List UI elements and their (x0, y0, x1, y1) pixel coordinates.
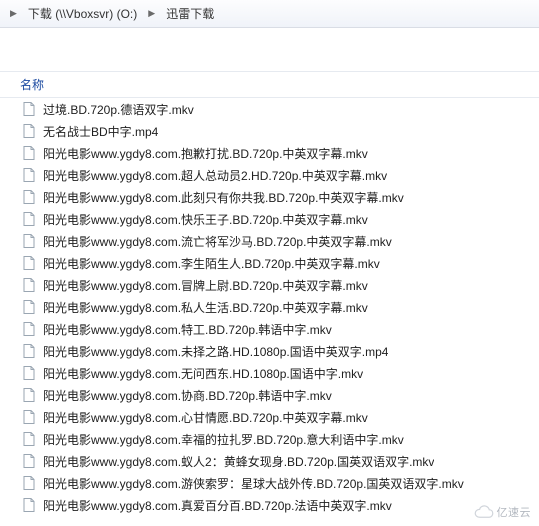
file-row[interactable]: 阳光电影www.ygdy8.com.李生陌生人.BD.720p.中英双字幕.mk… (0, 252, 539, 274)
file-icon (21, 299, 37, 315)
breadcrumb-item-folder[interactable]: 迅雷下载 (161, 2, 219, 25)
file-row[interactable]: 阳光电影www.ygdy8.com.抱歉打扰.BD.720p.中英双字幕.mkv (0, 142, 539, 164)
file-name: 无名战士BD中字.mp4 (43, 123, 158, 140)
file-list[interactable]: 过境.BD.720p.德语双字.mkv 无名战士BD中字.mp4 阳光电影www… (0, 98, 539, 526)
file-name: 阳光电影www.ygdy8.com.超人总动员2.HD.720p.中英双字幕.m… (43, 167, 387, 184)
breadcrumb-item-drive[interactable]: 下载 (\\Vboxsvr) (O:) (23, 2, 142, 25)
file-icon (21, 475, 37, 491)
file-name: 阳光电影www.ygdy8.com.此刻只有你共我.BD.720p.中英双字幕.… (43, 189, 404, 206)
file-icon (21, 255, 37, 271)
file-icon (21, 277, 37, 293)
file-row[interactable]: 阳光电影www.ygdy8.com.无问西东.HD.1080p.国语中字.mkv (0, 362, 539, 384)
file-icon (21, 189, 37, 205)
file-icon (21, 167, 37, 183)
file-name: 阳光电影www.ygdy8.com.抱歉打扰.BD.720p.中英双字幕.mkv (43, 145, 368, 162)
file-row[interactable]: 阳光电影www.ygdy8.com.心甘情愿.BD.720p.中英双字幕.mkv (0, 406, 539, 428)
file-icon (21, 123, 37, 139)
file-row[interactable]: 阳光电影www.ygdy8.com.私人生活.BD.720p.中英双字幕.mkv (0, 296, 539, 318)
file-icon (21, 497, 37, 513)
file-icon (21, 343, 37, 359)
file-row[interactable]: 阳光电影www.ygdy8.com.流亡将军沙马.BD.720p.中英双字幕.m… (0, 230, 539, 252)
file-name: 阳光电影www.ygdy8.com.未择之路.HD.1080p.国语中英双字.m… (43, 343, 388, 360)
file-row[interactable]: 阳光电影www.ygdy8.com.特工.BD.720p.韩语中字.mkv (0, 318, 539, 340)
file-icon (21, 101, 37, 117)
file-name: 阳光电影www.ygdy8.com.私人生活.BD.720p.中英双字幕.mkv (43, 299, 368, 316)
file-icon (21, 387, 37, 403)
file-row[interactable]: 阳光电影www.ygdy8.com.超人总动员2.HD.720p.中英双字幕.m… (0, 164, 539, 186)
file-name: 阳光电影www.ygdy8.com.真爱百分百.BD.720p.法语中英双字.m… (43, 497, 392, 514)
file-name: 阳光电影www.ygdy8.com.心甘情愿.BD.720p.中英双字幕.mkv (43, 409, 368, 426)
file-row[interactable]: 阳光电影www.ygdy8.com.游侠索罗：星球大战外传.BD.720p.国英… (0, 472, 539, 494)
file-name: 阳光电影www.ygdy8.com.特工.BD.720p.韩语中字.mkv (43, 321, 332, 338)
column-header-name[interactable]: 名称 (0, 72, 539, 97)
file-row[interactable]: 阳光电影www.ygdy8.com.蚁人2：黄蜂女现身.BD.720p.国英双语… (0, 450, 539, 472)
file-icon (21, 409, 37, 425)
file-name: 阳光电影www.ygdy8.com.快乐王子.BD.720p.中英双字幕.mkv (43, 211, 368, 228)
file-icon (21, 431, 37, 447)
file-icon (21, 233, 37, 249)
file-name: 阳光电影www.ygdy8.com.协商.BD.720p.韩语中字.mkv (43, 387, 332, 404)
breadcrumb: ▶ 下载 (\\Vboxsvr) (O:) ▶ 迅雷下载 (0, 0, 539, 28)
file-name: 阳光电影www.ygdy8.com.无问西东.HD.1080p.国语中字.mkv (43, 365, 363, 382)
file-row[interactable]: 阳光电影www.ygdy8.com.未择之路.HD.1080p.国语中英双字.m… (0, 340, 539, 362)
file-name: 阳光电影www.ygdy8.com.幸福的拉扎罗.BD.720p.意大利语中字.… (43, 431, 404, 448)
toolbar-spacer (0, 28, 539, 72)
file-icon (21, 453, 37, 469)
file-name: 阳光电影www.ygdy8.com.李生陌生人.BD.720p.中英双字幕.mk… (43, 255, 380, 272)
file-name: 阳光电影www.ygdy8.com.冒牌上尉.BD.720p.中英双字幕.mkv (43, 277, 368, 294)
file-row[interactable]: 阳光电影www.ygdy8.com.冒牌上尉.BD.720p.中英双字幕.mkv (0, 274, 539, 296)
file-name: 过境.BD.720p.德语双字.mkv (43, 101, 194, 118)
file-row[interactable]: 阳光电影www.ygdy8.com.幸福的拉扎罗.BD.720p.意大利语中字.… (0, 428, 539, 450)
file-name: 阳光电影www.ygdy8.com.蚁人2：黄蜂女现身.BD.720p.国英双语… (43, 453, 434, 470)
file-row[interactable]: 过境.BD.720p.德语双字.mkv (0, 98, 539, 120)
chevron-right-icon: ▶ (4, 8, 23, 19)
file-row[interactable]: 阳光电影www.ygdy8.com.协商.BD.720p.韩语中字.mkv (0, 384, 539, 406)
file-icon (21, 365, 37, 381)
file-icon (21, 211, 37, 227)
file-icon (21, 321, 37, 337)
file-icon (21, 145, 37, 161)
file-row[interactable]: 无名战士BD中字.mp4 (0, 120, 539, 142)
chevron-right-icon: ▶ (142, 8, 161, 19)
file-row[interactable]: 阳光电影www.ygdy8.com.真爱百分百.BD.720p.法语中英双字.m… (0, 494, 539, 516)
file-row[interactable]: 阳光电影www.ygdy8.com.此刻只有你共我.BD.720p.中英双字幕.… (0, 186, 539, 208)
file-name: 阳光电影www.ygdy8.com.游侠索罗：星球大战外传.BD.720p.国英… (43, 475, 464, 492)
file-name: 阳光电影www.ygdy8.com.流亡将军沙马.BD.720p.中英双字幕.m… (43, 233, 392, 250)
column-headers: 名称 (0, 72, 539, 98)
file-row[interactable]: 阳光电影www.ygdy8.com.快乐王子.BD.720p.中英双字幕.mkv (0, 208, 539, 230)
